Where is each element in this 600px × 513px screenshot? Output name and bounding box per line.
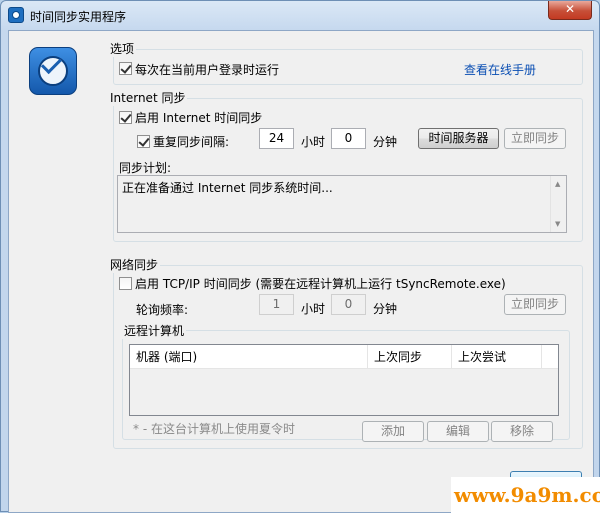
close-button[interactable]: ✕ (548, 1, 592, 20)
poll-hours-unit: 小时 (301, 302, 326, 316)
title-bar[interactable]: 时间同步实用程序 ✕ (1, 1, 600, 31)
sync-schedule-log[interactable]: 正在准备通过 Internet 同步系统时间... ▲ ▼ (117, 175, 567, 233)
run-at-login-checkbox[interactable] (119, 62, 132, 75)
sync-schedule-label: 同步计划: (119, 161, 172, 175)
network-sync-group-label: 网络同步 (108, 256, 161, 273)
window-title: 时间同步实用程序 (30, 10, 127, 24)
column-header-machine[interactable]: 机器 (端口) (130, 345, 368, 369)
close-icon: ✕ (564, 2, 576, 16)
edit-button[interactable]: 编辑 (427, 421, 489, 442)
clock-check-icon (29, 47, 77, 95)
internet-sync-now-button[interactable]: 立即同步 (504, 128, 566, 149)
column-header-last-sync[interactable]: 上次同步 (368, 345, 452, 369)
remote-computers-list[interactable]: 机器 (端口) 上次同步 上次尝试 (129, 344, 559, 416)
poll-minutes-unit: 分钟 (373, 302, 398, 316)
sync-schedule-text: 正在准备通过 Internet 同步系统时间... (122, 181, 333, 195)
remove-button[interactable]: 移除 (491, 421, 553, 442)
scroll-up-icon[interactable]: ▲ (555, 180, 560, 188)
network-sync-now-button[interactable]: 立即同步 (504, 294, 566, 315)
sync-minutes-unit: 分钟 (373, 135, 398, 149)
dst-note: * - 在这台计算机上使用夏令时 (133, 422, 295, 436)
sync-hours-input[interactable]: 24 (259, 128, 294, 149)
enable-internet-sync-label[interactable]: 启用 Internet 时间同步 (135, 109, 262, 126)
watermark: www.9a9m.com (451, 477, 600, 513)
poll-hours-input[interactable]: 1 (259, 294, 294, 315)
log-scrollbar[interactable]: ▲ ▼ (550, 176, 566, 232)
repeat-interval-label[interactable]: 重复同步间隔: (153, 133, 229, 150)
enable-tcpip-sync-label[interactable]: 启用 TCP/IP 时间同步 (需要在远程计算机上运行 tSyncRemote.… (135, 275, 506, 292)
options-group-label: 选项 (108, 40, 137, 57)
sync-hours-unit: 小时 (301, 135, 326, 149)
poll-minutes-input[interactable]: 0 (331, 294, 366, 315)
column-header-last-attempt[interactable]: 上次尝试 (452, 345, 542, 369)
app-icon (8, 7, 24, 23)
scroll-down-icon[interactable]: ▼ (555, 220, 560, 228)
list-header: 机器 (端口) 上次同步 上次尝试 (130, 345, 558, 369)
internet-sync-group-label: Internet 同步 (108, 89, 188, 106)
run-at-login-label[interactable]: 每次在当前用户登录时运行 (135, 61, 279, 78)
online-manual-link[interactable]: 查看在线手册 (464, 61, 536, 78)
remote-computers-label: 远程计算机 (122, 322, 187, 339)
time-server-button[interactable]: 时间服务器 (418, 128, 499, 149)
enable-tcpip-sync-checkbox[interactable] (119, 277, 132, 290)
add-button[interactable]: 添加 (362, 421, 424, 442)
app-window: 时间同步实用程序 ✕ 选项 每次在当前用户登录时运行 查看在线手册 Intern… (0, 0, 600, 513)
enable-internet-sync-checkbox[interactable] (119, 111, 132, 124)
sync-minutes-input[interactable]: 0 (331, 128, 366, 149)
repeat-interval-checkbox[interactable] (137, 135, 150, 148)
poll-frequency-label: 轮询频率: (136, 303, 189, 317)
